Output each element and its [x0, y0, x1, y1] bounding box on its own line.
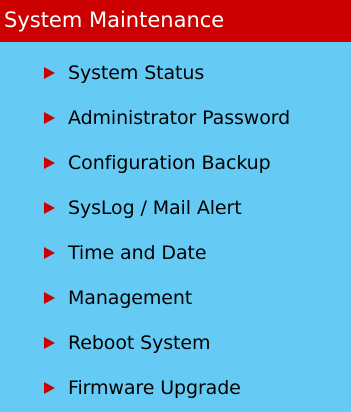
- arrow-right-icon: [44, 156, 55, 169]
- menu-item-label: Administrator Password: [68, 106, 291, 129]
- arrow-right-icon: [44, 111, 55, 124]
- menu-item-label: Time and Date: [68, 241, 207, 264]
- menu-item-label: Management: [68, 286, 193, 309]
- menu-item-reboot-system[interactable]: Reboot System: [0, 320, 351, 365]
- arrow-right-icon: [44, 201, 55, 214]
- menu-item-label: Configuration Backup: [68, 151, 271, 174]
- menu-item-label: System Status: [68, 61, 205, 84]
- section-title: System Maintenance: [4, 8, 225, 32]
- arrow-right-icon: [44, 336, 55, 349]
- menu-item-system-status[interactable]: System Status: [0, 50, 351, 95]
- menu-item-syslog-mail-alert[interactable]: SysLog / Mail Alert: [0, 185, 351, 230]
- menu-item-label: SysLog / Mail Alert: [68, 196, 242, 219]
- arrow-right-icon: [44, 381, 55, 394]
- arrow-right-icon: [44, 66, 55, 79]
- menu-item-configuration-backup[interactable]: Configuration Backup: [0, 140, 351, 185]
- system-maintenance-menu-panel: System Maintenance System Status Adminis…: [0, 0, 351, 412]
- menu-item-label: Reboot System: [68, 331, 211, 354]
- menu-item-management[interactable]: Management: [0, 275, 351, 320]
- arrow-right-icon: [44, 246, 55, 259]
- section-header: System Maintenance: [0, 0, 351, 42]
- arrow-right-icon: [44, 291, 55, 304]
- menu-item-label: Firmware Upgrade: [68, 376, 241, 399]
- maintenance-menu: System Status Administrator Password Con…: [0, 50, 351, 410]
- menu-item-firmware-upgrade[interactable]: Firmware Upgrade: [0, 365, 351, 410]
- menu-item-administrator-password[interactable]: Administrator Password: [0, 95, 351, 140]
- menu-item-time-and-date[interactable]: Time and Date: [0, 230, 351, 275]
